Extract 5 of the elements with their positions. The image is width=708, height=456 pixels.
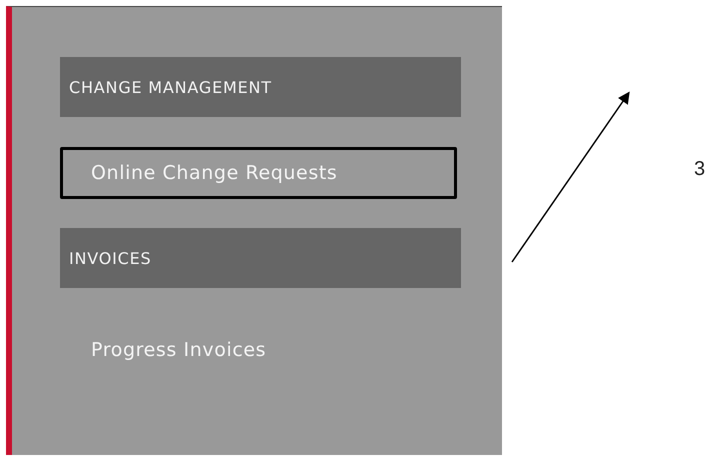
menu-link[interactable]: Online Change Requests bbox=[60, 147, 457, 199]
annotation-label: 3 bbox=[694, 158, 706, 181]
section-header: CHANGE MANAGEMENT bbox=[60, 57, 461, 117]
menu-link[interactable]: Progress Invoices bbox=[60, 324, 457, 376]
section-header: INVOICES bbox=[60, 228, 461, 288]
